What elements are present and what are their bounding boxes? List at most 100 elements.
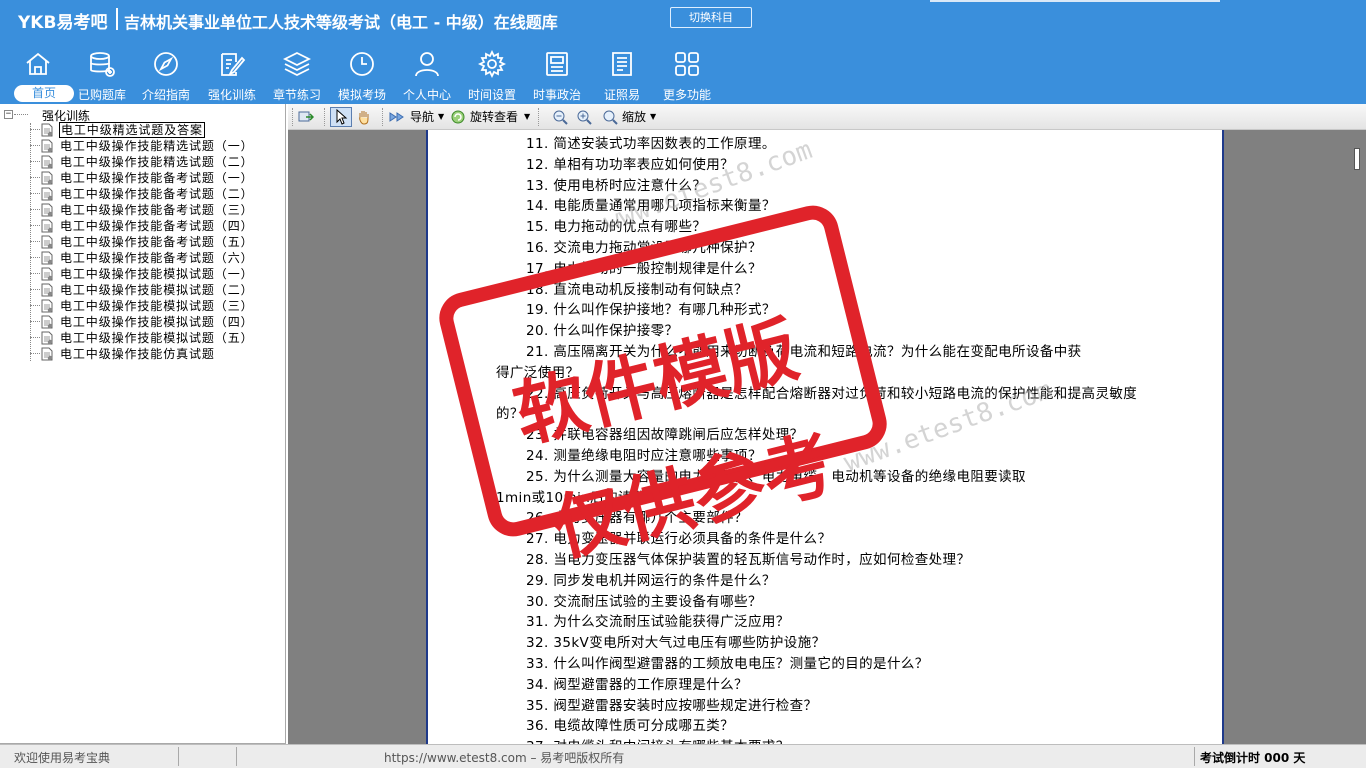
gear-icon xyxy=(478,50,506,78)
chevron-down-icon: ▼ xyxy=(524,112,531,121)
nav-label: 时事政治 xyxy=(532,88,581,102)
user-icon xyxy=(415,52,439,77)
question-line: 35. 阀型避雷器安装时应按哪些规定进行检查？ xyxy=(526,697,818,714)
tree-item-label: 电工中级操作技能精选试题（一） xyxy=(60,139,254,153)
list-icon xyxy=(612,52,632,76)
export-button[interactable] xyxy=(298,107,318,127)
question-line: 33. 什么叫作阀型避雷器的工频放电电压？测量它的目的是什么？ xyxy=(526,656,929,672)
nav-label: 首页 xyxy=(14,85,74,102)
zoom-out-icon xyxy=(553,110,568,125)
nav-item-guide[interactable]: 介绍指南 xyxy=(134,46,198,104)
vertical-scrollbar-thumb[interactable] xyxy=(1354,148,1360,170)
nav-label: 更多功能 xyxy=(662,88,711,102)
window-top-strip xyxy=(930,0,1220,2)
nav-label: 介绍指南 xyxy=(141,88,190,102)
chevron-down-icon: ▼ xyxy=(438,112,445,121)
document-icon xyxy=(41,219,53,233)
tree-item-label: 电工中级操作技能备考试题（四） xyxy=(60,219,254,233)
home-icon xyxy=(26,52,50,75)
nav-item-license[interactable]: 证照易 xyxy=(590,46,654,104)
tree-item-label: 电工中级操作技能精选试题（二） xyxy=(60,155,254,169)
tree-item-label: 电工中级精选试题及答案 xyxy=(59,122,205,138)
document-icon xyxy=(41,187,53,201)
document-icon xyxy=(41,203,53,217)
nav-label: 个人中心 xyxy=(402,88,451,102)
document-icon xyxy=(41,315,53,329)
nav-item-home[interactable]: 首页 xyxy=(6,46,74,104)
tree-item-label: 电工中级操作技能仿真试题 xyxy=(60,347,215,361)
document-icon xyxy=(41,123,53,137)
app-title: 吉林机关事业单位工人技术等级考试（电工 - 中级）在线题库 xyxy=(124,13,558,32)
navigate-dropdown[interactable]: 导航 ▼ xyxy=(388,107,446,127)
tree-item-label: 电工中级操作技能备考试题（三） xyxy=(60,203,254,217)
main-nav: 首页 已购题库 介绍指南 强化训练 章节练习 模拟考场 个人中心 时间设置 时事… xyxy=(0,46,740,104)
chapter-tree: − 强化训练 电工中级精选试题及答案 电工中级操作技能精选试题（一） 电工中级操作技… xyxy=(0,104,286,744)
hand-icon xyxy=(359,111,369,125)
question-line: 30. 交流耐压试验的主要设备有哪些？ xyxy=(526,593,762,610)
document-icon xyxy=(41,347,53,361)
exam-countdown: 考试倒计时 000 天 xyxy=(1200,751,1306,765)
nav-item-mock-exam[interactable]: 模拟考场 xyxy=(330,46,394,104)
welcome-text: 欢迎使用易考宝典 xyxy=(14,751,111,765)
nav-label: 章节练习 xyxy=(272,88,321,102)
rotate-label: 旋转查看 xyxy=(470,110,519,124)
nav-item-profile[interactable]: 个人中心 xyxy=(395,46,459,104)
arrows-icon xyxy=(389,112,404,122)
grid-icon xyxy=(675,52,699,76)
rotate-icon xyxy=(451,110,465,124)
tree-item-label: 电工中级操作技能备考试题（一） xyxy=(60,171,254,185)
chevron-down-icon: ▼ xyxy=(650,112,657,121)
nav-item-purchased[interactable]: 已购题库 xyxy=(70,46,134,104)
question-line: 31. 为什么交流耐压试验能获得广泛应用？ xyxy=(526,614,790,631)
nav-label: 强化训练 xyxy=(207,88,256,102)
tree-item-label: 电工中级操作技能备考试题（六） xyxy=(60,251,254,265)
zoom-in-icon xyxy=(577,110,592,125)
rotate-dropdown[interactable]: 旋转查看 ▼ xyxy=(450,107,532,127)
compass-icon xyxy=(154,52,178,76)
nav-item-more[interactable]: 更多功能 xyxy=(655,46,719,104)
document-icon xyxy=(41,171,53,185)
nav-item-time-settings[interactable]: 时间设置 xyxy=(460,46,524,104)
layers-icon xyxy=(283,51,311,77)
document-icon xyxy=(41,235,53,249)
news-icon xyxy=(546,52,568,76)
nav-item-politics[interactable]: 时事政治 xyxy=(525,46,589,104)
collapse-icon[interactable]: − xyxy=(4,110,13,119)
document-icon xyxy=(41,283,53,297)
tree-item-label: 电工中级操作技能备考试题（二） xyxy=(60,187,254,201)
hand-tool-button[interactable] xyxy=(356,107,376,127)
viewer-toolbar: 导航 ▼ 旋转查看 ▼ 缩放 ▼ xyxy=(288,104,1366,130)
magnifier-icon xyxy=(603,110,618,125)
clock-icon xyxy=(350,52,374,76)
tree-item-label: 电工中级操作技能模拟试题（三） xyxy=(60,299,254,313)
zoom-dropdown[interactable]: 缩放 ▼ xyxy=(602,107,662,127)
export-icon xyxy=(298,111,314,122)
navigate-label: 导航 xyxy=(410,110,435,124)
header-divider xyxy=(116,8,118,30)
nav-label: 已购题库 xyxy=(77,88,126,102)
question-line: 11. 简述安装式功率因数表的工作原理。 xyxy=(526,136,776,152)
status-bar: 欢迎使用易考宝典 https://www.etest8.com – 易考吧版权所… xyxy=(0,744,1366,768)
tree-item-label: 电工中级操作技能模拟试题（一） xyxy=(60,267,254,281)
zoom-out-button[interactable] xyxy=(552,107,572,127)
tree-item-label: 电工中级操作技能模拟试题（五） xyxy=(60,331,254,345)
copyright-text: https://www.etest8.com – 易考吧版权所有 xyxy=(384,751,625,765)
nav-label: 时间设置 xyxy=(467,88,516,102)
document-icon xyxy=(41,331,53,345)
question-line: 12. 单相有功功率表应如何使用？ xyxy=(526,156,735,173)
app-header: YKB易考吧 吉林机关事业单位工人技术等级考试（电工 - 中级）在线题库 切换科… xyxy=(0,0,1366,104)
switch-subject-button[interactable]: 切换科目 xyxy=(670,7,752,28)
question-line: 32. 35kV变电所对大气过电压有哪些防护设施？ xyxy=(526,635,826,652)
document-icon xyxy=(41,299,53,313)
document-icon xyxy=(41,139,53,153)
nav-item-chapters[interactable]: 章节练习 xyxy=(265,46,329,104)
nav-item-training[interactable]: 强化训练 xyxy=(200,46,264,104)
tree-item-label: 电工中级操作技能模拟试题（二） xyxy=(60,283,254,297)
zoom-label: 缩放 xyxy=(622,110,647,124)
question-line: 37. 对电缆头和中间接头有哪些基本要求？ xyxy=(526,735,790,744)
select-tool-button[interactable] xyxy=(330,107,352,127)
database-icon xyxy=(90,52,115,77)
question-line: 36. 电缆故障性质可分成哪五类？ xyxy=(526,718,735,735)
document-icon xyxy=(41,267,53,281)
zoom-in-button[interactable] xyxy=(576,107,596,127)
